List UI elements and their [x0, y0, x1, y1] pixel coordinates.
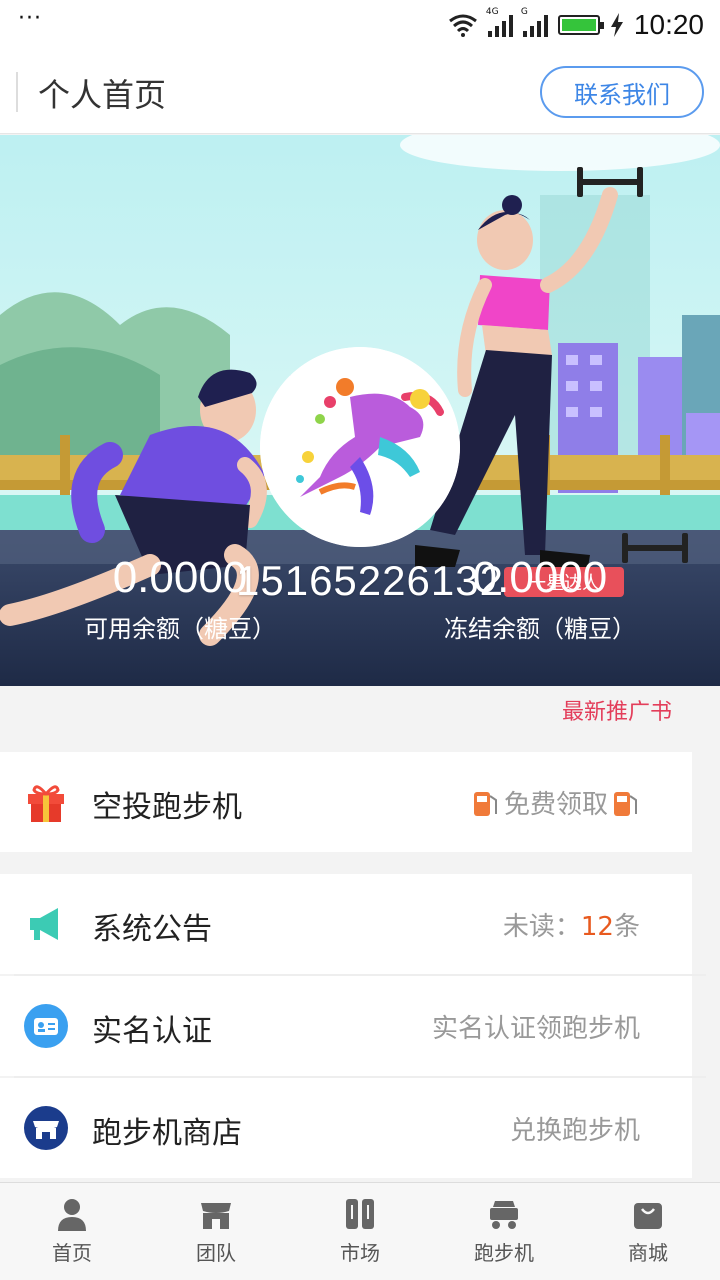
nav-treadmill[interactable]: 跑步机 — [432, 1183, 576, 1280]
profile-banner: 15165226132 一星达人 0.0000 可用余额（糖豆） 0.0000 … — [0, 135, 720, 686]
signal-4g-icon: 4G — [486, 7, 513, 37]
airdrop-treadmill-row[interactable]: 空投跑步机 免费领取 — [0, 752, 692, 852]
megaphone-icon — [30, 908, 58, 940]
charging-icon — [610, 13, 623, 37]
notification-dots-icon: ··· — [18, 6, 42, 31]
nav-mall[interactable]: 商城 — [576, 1183, 720, 1280]
fuel-icon — [614, 791, 637, 816]
signal-g-icon: G — [521, 7, 548, 37]
wifi-icon — [449, 14, 477, 37]
available-balance: 0.0000 可用余额（糖豆） — [0, 553, 360, 644]
frozen-balance-value: 0.0000 — [472, 553, 608, 602]
gift-icon — [28, 785, 64, 822]
nav-home[interactable]: 首页 — [0, 1183, 144, 1280]
runner-logo-icon — [260, 347, 460, 547]
available-balance-value: 0.0000 — [112, 553, 248, 602]
unread-count: 未读：12条 — [503, 906, 640, 943]
nav-team-label: 团队 — [196, 1241, 236, 1265]
airdrop-extra-text: 免费领取 — [503, 790, 608, 820]
id-card-icon — [24, 1004, 68, 1048]
airdrop-extra: 免费领取 — [472, 784, 640, 821]
nav-market[interactable]: 市场 — [288, 1183, 432, 1280]
nav-home-label: 首页 — [52, 1241, 92, 1265]
unread-suffix: 条 — [613, 912, 640, 942]
latest-promo-link[interactable]: 最新推广书 — [562, 694, 672, 726]
fuel-icon — [473, 791, 497, 816]
header-divider — [16, 72, 18, 112]
battery-icon — [557, 15, 604, 35]
cart-icon — [490, 1201, 518, 1229]
frozen-balance-label: 冻结余额（糖豆） — [444, 615, 636, 643]
signal-g-tag: G — [520, 7, 528, 17]
treadmill-store-extra: 兑换跑步机 — [509, 1116, 640, 1146]
treadmill-store-label: 跑步机商店 — [92, 1116, 242, 1151]
contact-us-button[interactable]: 联系我们 — [540, 66, 704, 118]
person-icon — [58, 1199, 86, 1231]
page-header: 个人首页 联系我们 — [0, 50, 720, 134]
nav-market-label: 市场 — [340, 1241, 380, 1265]
unread-number: 12 — [580, 912, 614, 942]
real-name-auth-row[interactable]: 实名认证 实名认证领跑步机 — [0, 976, 692, 1076]
store-icon — [24, 1106, 68, 1150]
unread-prefix: 未读： — [502, 912, 581, 942]
available-balance-label: 可用余额（糖豆） — [84, 615, 276, 643]
system-notice-label: 系统公告 — [92, 912, 212, 947]
bottom-nav: 首页 团队 市场 跑步机 商城 — [0, 1182, 720, 1280]
clock: 10:20 — [633, 9, 704, 40]
signal-4g-tag: 4G — [485, 7, 499, 17]
system-notice-row[interactable]: 系统公告 未读：12条 — [0, 874, 692, 974]
store-icon — [201, 1203, 231, 1229]
nav-team[interactable]: 团队 — [144, 1183, 288, 1280]
market-icon — [346, 1199, 374, 1229]
avatar[interactable] — [260, 347, 460, 547]
page-title: 个人首页 — [38, 76, 167, 114]
treadmill-store-row[interactable]: 跑步机商店 兑换跑步机 — [0, 1078, 692, 1178]
real-name-auth-extra: 实名认证领跑步机 — [431, 1014, 640, 1044]
nav-mall-label: 商城 — [628, 1241, 668, 1265]
status-bar: ··· 4G G 10:20 — [0, 0, 720, 50]
nav-treadmill-label: 跑步机 — [474, 1241, 534, 1265]
real-name-auth-label: 实名认证 — [92, 1014, 212, 1049]
bag-icon — [634, 1203, 662, 1229]
airdrop-label: 空投跑步机 — [92, 790, 242, 825]
frozen-balance: 0.0000 冻结余额（糖豆） — [360, 553, 720, 644]
